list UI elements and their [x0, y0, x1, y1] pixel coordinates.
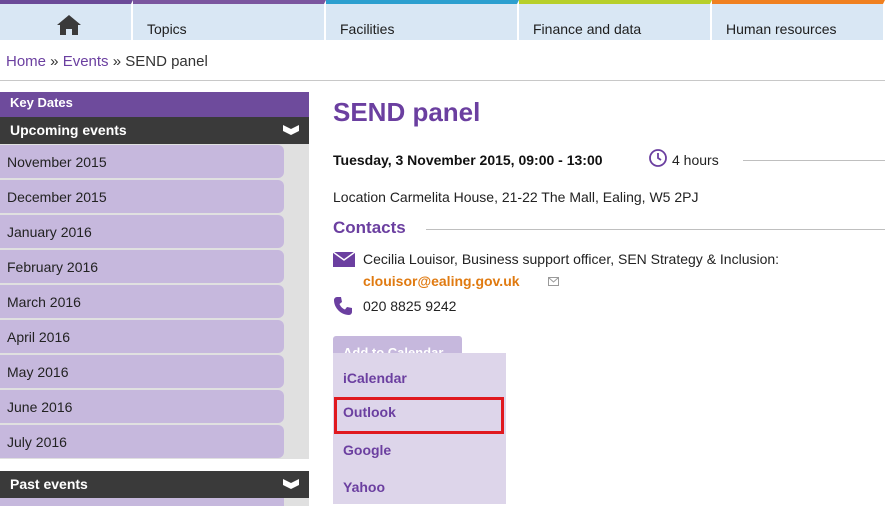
tab-facilities-label: Facilities: [340, 21, 395, 37]
month-label: April 2016: [7, 329, 71, 345]
contact-phone: 020 8825 9242: [363, 298, 457, 314]
sidebar-item-december-2015[interactable]: December 2015: [0, 179, 309, 214]
breadcrumb-current: SEND panel: [125, 53, 208, 70]
page-title: SEND panel: [333, 97, 481, 127]
menu-item-icalendar[interactable]: iCalendar: [343, 370, 407, 386]
breadcrumb-events-link[interactable]: Events: [63, 53, 109, 70]
tab-finance-and-data[interactable]: Finance and data: [519, 0, 712, 40]
tab-home[interactable]: [0, 0, 133, 40]
mail-link-icon: [548, 277, 559, 286]
month-label: March 2016: [7, 294, 81, 310]
clock-icon: [649, 149, 667, 167]
past-events-list: [0, 498, 309, 506]
upcoming-events-label: Upcoming events: [10, 122, 127, 138]
month-label: November 2015: [7, 154, 107, 170]
month-label: June 2016: [7, 399, 73, 415]
month-label: May 2016: [7, 364, 69, 380]
month-label: December 2015: [7, 189, 107, 205]
month-label: February 2016: [7, 259, 99, 275]
phone-icon: [334, 297, 352, 315]
contact-email-link[interactable]: clouisor@ealing.gov.uk: [363, 273, 520, 289]
key-dates-header: Key Dates: [0, 92, 309, 117]
sidebar-item-january-2016[interactable]: January 2016: [0, 214, 309, 249]
contacts-heading: Contacts: [333, 218, 406, 237]
divider: [426, 229, 885, 230]
event-duration: 4 hours: [672, 152, 719, 168]
sidebar-item-july-2016[interactable]: July 2016: [0, 424, 309, 459]
sidebar-item-february-2016[interactable]: February 2016: [0, 249, 309, 284]
divider: [743, 160, 885, 161]
sidebar-item-may-2016[interactable]: May 2016: [0, 354, 309, 389]
contact-name: Cecilia Louisor, Business support office…: [363, 251, 780, 267]
chevron-down-icon: [283, 125, 299, 135]
event-datetime: Tuesday, 3 November 2015, 09:00 - 13:00: [333, 152, 603, 168]
month-label: January 2016: [7, 224, 92, 240]
breadcrumb-home-link[interactable]: Home: [6, 53, 46, 70]
highlight-outlook-box: [334, 397, 504, 434]
breadcrumb: Home » Events » SEND panel: [6, 53, 208, 70]
tab-hr-label: Human resources: [726, 21, 837, 37]
past-events-header[interactable]: Past events: [0, 471, 309, 498]
sidebar-item-june-2016[interactable]: June 2016: [0, 389, 309, 424]
upcoming-events-header[interactable]: Upcoming events: [0, 117, 309, 144]
past-events-label: Past events: [10, 476, 88, 492]
sidebar-item-april-2016[interactable]: April 2016: [0, 319, 309, 354]
tab-human-resources[interactable]: Human resources: [712, 0, 885, 40]
menu-item-yahoo[interactable]: Yahoo: [343, 479, 385, 495]
menu-item-google[interactable]: Google: [343, 442, 391, 458]
tab-topics-label: Topics: [147, 21, 187, 37]
breadcrumb-separator: »: [108, 53, 126, 70]
tab-topics[interactable]: Topics: [133, 0, 326, 40]
chevron-down-icon: [283, 479, 299, 489]
spacer: [0, 459, 309, 471]
top-navigation: Topics Facilities Finance and data Human…: [0, 0, 885, 40]
sidebar: Key Dates Upcoming events November 2015 …: [0, 92, 309, 506]
home-icon: [57, 15, 81, 35]
divider: [0, 80, 885, 81]
envelope-icon: [333, 252, 355, 267]
sidebar-item-november-2015[interactable]: November 2015: [0, 144, 309, 179]
breadcrumb-separator: »: [46, 53, 63, 70]
tab-finance-label: Finance and data: [533, 21, 642, 37]
sidebar-item-march-2016[interactable]: March 2016: [0, 284, 309, 319]
event-location: Location Carmelita House, 21-22 The Mall…: [333, 189, 699, 205]
month-label: July 2016: [7, 434, 67, 450]
tab-facilities[interactable]: Facilities: [326, 0, 519, 40]
